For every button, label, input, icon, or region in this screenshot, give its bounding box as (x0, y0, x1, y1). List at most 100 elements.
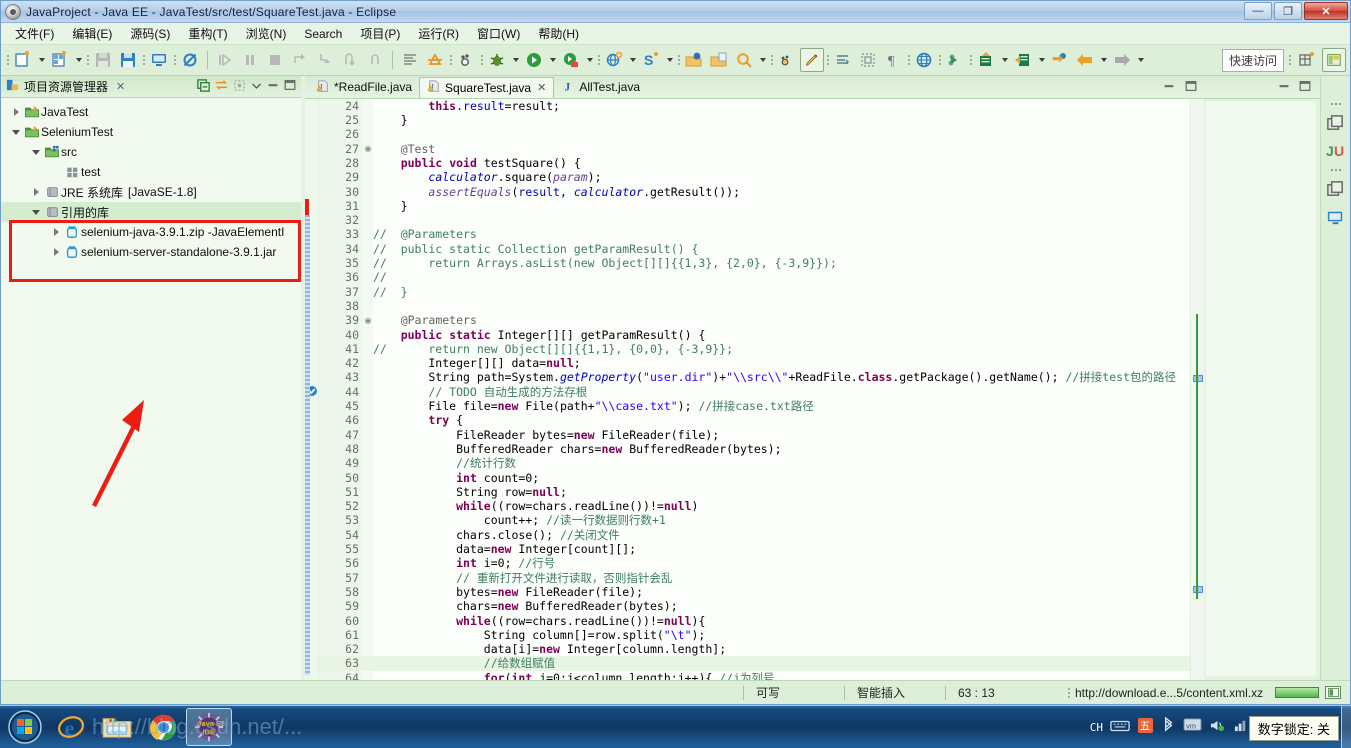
step-over-icon[interactable] (288, 48, 312, 72)
code-line[interactable]: count++; //读一行数据则行数+1 (373, 513, 1190, 527)
code-line[interactable]: chars=new BufferedReader(bytes); (373, 599, 1190, 613)
new-server-icon[interactable]: S (639, 48, 663, 72)
code-line[interactable]: while((row=chars.readLine())!=null){ (373, 614, 1190, 628)
tree-item-src[interactable]: src (1, 142, 301, 162)
code-line[interactable]: bytes=new FileReader(file); (373, 585, 1190, 599)
ime-icon[interactable]: 五 (1137, 717, 1154, 737)
editor-overview-ruler[interactable] (1190, 98, 1204, 680)
collapse-all-icon[interactable] (196, 78, 211, 96)
code-line[interactable]: File file=new File(path+"\\case.txt"); /… (373, 399, 1190, 413)
code-line[interactable]: public static Integer[][] getParamResult… (373, 328, 1190, 342)
new-web-dropdown-icon[interactable] (627, 48, 638, 72)
tree-item-jre-system-library[interactable]: JRE 系统库 [JavaSE-1.8] (1, 182, 301, 202)
bluetooth-icon[interactable] (1161, 716, 1176, 737)
editor-tab-squaretest[interactable]: J SquareTest.java ✕ (419, 76, 555, 98)
internet-explorer-icon[interactable]: e (48, 708, 94, 746)
search-dropdown-icon[interactable] (757, 48, 768, 72)
profile-icon[interactable] (454, 48, 478, 72)
chevron-right-icon[interactable] (29, 188, 43, 196)
toolbar-drag-handle[interactable] (5, 49, 10, 71)
code-line[interactable]: this.result=result; (373, 99, 1190, 113)
view-menu-icon[interactable] (250, 79, 263, 95)
block-selection-icon[interactable] (856, 48, 880, 72)
project-explorer-tab[interactable]: 项目资源管理器 ✕ (5, 78, 125, 96)
back-dropdown-icon[interactable] (1098, 48, 1109, 72)
minimize-icon[interactable] (266, 78, 280, 95)
open-perspective-dropdown-icon[interactable] (999, 48, 1010, 72)
minimize-icon[interactable] (1162, 79, 1176, 96)
console-view-icon[interactable] (1323, 204, 1349, 230)
code-line[interactable] (373, 213, 1190, 227)
open-perspective-button-icon[interactable] (1295, 48, 1319, 72)
code-line[interactable]: // @Parameters (373, 227, 1190, 241)
link-icon[interactable] (943, 48, 967, 72)
restore-2-icon[interactable] (1323, 176, 1349, 202)
browser-icon[interactable] (912, 48, 936, 72)
chevron-down-icon[interactable] (9, 130, 23, 135)
skip-breakpoints-icon[interactable] (178, 48, 202, 72)
code-line[interactable] (373, 299, 1190, 313)
file-explorer-icon[interactable] (94, 708, 140, 746)
code-line[interactable]: for(int j=0;j<column.length;j++){ //j为列号 (373, 671, 1190, 680)
new-item-dropdown-icon[interactable] (73, 48, 84, 72)
code-line[interactable]: int i=0; //行号 (373, 556, 1190, 570)
strip-handle[interactable] (1330, 103, 1341, 105)
code-line[interactable]: data[i]=new Integer[column.length]; (373, 642, 1190, 656)
vm-icon[interactable]: vm (1183, 718, 1202, 736)
tree-item-referenced-libraries[interactable]: 引用的库 (1, 202, 301, 222)
editor-tab-alltest[interactable]: J AllTest.java (554, 77, 647, 98)
google-chrome-icon[interactable] (140, 708, 186, 746)
code-line[interactable]: calculator.square(param); (373, 170, 1190, 184)
last-edit-icon[interactable] (775, 48, 799, 72)
chevron-right-icon[interactable] (9, 108, 23, 116)
minimize-button[interactable]: — (1244, 2, 1272, 20)
fold-marker-icon[interactable] (363, 142, 373, 156)
save-icon[interactable] (91, 48, 115, 72)
open-perspective-icon[interactable] (974, 48, 998, 72)
code-editor[interactable]: 24 25 26 27 28 29 30 31 32 33 34 35 36 37 38 39 40 41 42 43… (305, 98, 1204, 680)
tree-item-seleniumtest[interactable]: SeleniumTest (1, 122, 301, 142)
previous-annotation-icon[interactable] (1048, 48, 1072, 72)
save-all-icon[interactable] (116, 48, 140, 72)
new-wizard-icon[interactable] (11, 48, 35, 72)
step-return-icon[interactable] (338, 48, 362, 72)
code-line[interactable]: String path=System.getProperty("user.dir… (373, 370, 1190, 384)
chevron-right-icon[interactable] (49, 248, 63, 256)
outline-content[interactable] (1206, 101, 1316, 676)
code-line[interactable]: @Test (373, 142, 1190, 156)
ime-language-label[interactable]: CH (1090, 721, 1103, 734)
menu-navigate[interactable]: 浏览(N) (238, 23, 295, 44)
code-line[interactable]: // (373, 270, 1190, 284)
code-line[interactable]: chars.close(); //关闭文件 (373, 528, 1190, 542)
project-tree[interactable]: JavaTest SeleniumTest src test JRE 系统库 [… (1, 98, 301, 680)
console-icon[interactable] (147, 48, 171, 72)
code-line[interactable]: // return Arrays.asList(new Object[][]{{… (373, 256, 1190, 270)
code-line[interactable]: // return new Object[][]{{1,1}, {0,0}, {… (373, 342, 1190, 356)
editor-folding-column[interactable] (363, 98, 373, 680)
code-line[interactable]: while((row=chars.readLine())!=null) (373, 499, 1190, 513)
editor-tab-readfile[interactable]: J *ReadFile.java (309, 77, 419, 98)
quick-access-input[interactable]: 快速访问 (1221, 48, 1284, 72)
restore-icon[interactable] (1323, 110, 1349, 136)
java-ee-ide-icon[interactable]: Java EE IDE (186, 708, 232, 746)
close-icon[interactable]: ✕ (537, 81, 546, 94)
run-icon[interactable] (522, 48, 546, 72)
menu-project[interactable]: 项目(P) (352, 23, 408, 44)
code-line[interactable] (373, 127, 1190, 141)
code-line[interactable]: BufferedReader chars=new BufferedReader(… (373, 442, 1190, 456)
step-into-icon[interactable] (313, 48, 337, 72)
forward-icon[interactable] (1110, 48, 1134, 72)
code-line[interactable]: data=new Integer[count][]; (373, 542, 1190, 556)
code-line[interactable]: try { (373, 413, 1190, 427)
chevron-right-icon[interactable] (49, 228, 63, 236)
restore-button[interactable]: ❐ (1274, 2, 1302, 20)
link-with-editor-icon[interactable] (214, 78, 229, 96)
menu-refactor[interactable]: 重构(T) (180, 23, 235, 44)
open-type-icon[interactable] (682, 48, 706, 72)
volume-icon[interactable] (1209, 718, 1226, 736)
debug-dropdown-icon[interactable] (510, 48, 521, 72)
show-desktop-button[interactable] (1341, 706, 1351, 748)
code-line[interactable]: // public static Collection getParamResu… (373, 242, 1190, 256)
close-button[interactable]: ✕ (1304, 2, 1348, 20)
forward-dropdown-icon[interactable] (1135, 48, 1146, 72)
